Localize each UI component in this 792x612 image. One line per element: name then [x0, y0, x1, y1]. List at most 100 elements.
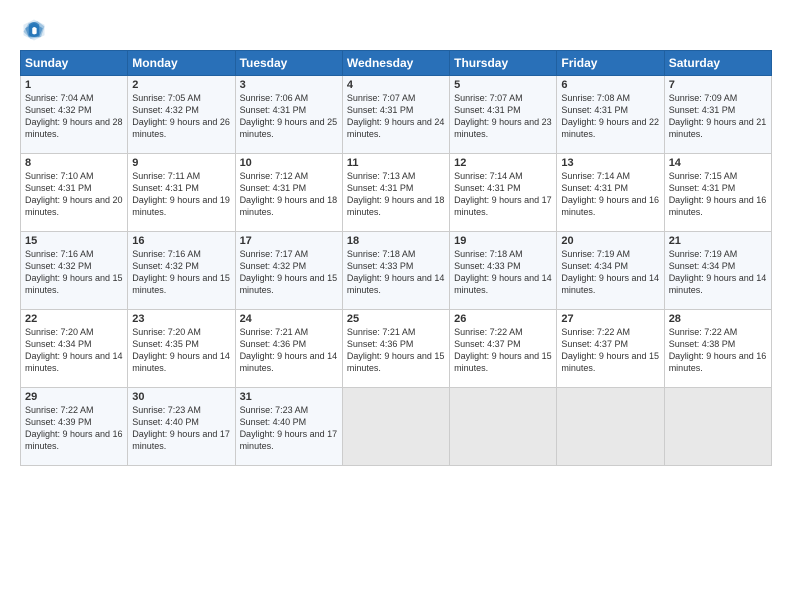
cell-text: Sunrise: 7:04 AMSunset: 4:32 PMDaylight:… [25, 93, 123, 139]
calendar-cell: 14 Sunrise: 7:15 AMSunset: 4:31 PMDayligh… [664, 154, 771, 232]
cell-text: Sunrise: 7:14 AMSunset: 4:31 PMDaylight:… [454, 171, 552, 217]
calendar-cell: 29 Sunrise: 7:22 AMSunset: 4:39 PMDayligh… [21, 388, 128, 466]
day-number: 14 [669, 157, 767, 169]
calendar-cell: 15Sunrise: 7:16 AMSunset: 4:32 PMDayligh… [21, 232, 128, 310]
cell-text: Sunrise: 7:10 AMSunset: 4:31 PMDaylight:… [25, 171, 123, 217]
logo [20, 16, 52, 44]
day-number: 22 [25, 313, 123, 325]
calendar-cell: 21Sunrise: 7:19 AMSunset: 4:34 PMDayligh… [664, 232, 771, 310]
calendar-header: SundayMondayTuesdayWednesdayThursdayFrid… [21, 51, 772, 76]
calendar-cell: 27 Sunrise: 7:22 AMSunset: 4:37 PMDayligh… [557, 310, 664, 388]
header-day-wednesday: Wednesday [342, 51, 449, 76]
calendar-cell: 3 Sunrise: 7:06 AMSunset: 4:31 PMDaylight… [235, 76, 342, 154]
logo-icon [20, 16, 48, 44]
cell-text: Sunrise: 7:22 AMSunset: 4:38 PMDaylight:… [669, 327, 767, 373]
day-number: 7 [669, 79, 767, 91]
day-number: 28 [669, 313, 767, 325]
day-number: 8 [25, 157, 123, 169]
day-number: 10 [240, 157, 338, 169]
cell-text: Sunrise: 7:22 AMSunset: 4:39 PMDaylight:… [25, 405, 123, 451]
day-number: 11 [347, 157, 445, 169]
day-number: 6 [561, 79, 659, 91]
calendar-cell: 10 Sunrise: 7:12 AMSunset: 4:31 PMDayligh… [235, 154, 342, 232]
cell-text: Sunrise: 7:16 AMSunset: 4:32 PMDaylight:… [25, 249, 123, 295]
day-number: 27 [561, 313, 659, 325]
cell-text: Sunrise: 7:16 AMSunset: 4:32 PMDaylight:… [132, 249, 230, 295]
cell-text: Sunrise: 7:17 AMSunset: 4:32 PMDaylight:… [240, 249, 338, 295]
day-number: 13 [561, 157, 659, 169]
calendar-cell: 28 Sunrise: 7:22 AMSunset: 4:38 PMDayligh… [664, 310, 771, 388]
calendar-cell: 23Sunrise: 7:20 AMSunset: 4:35 PMDayligh… [128, 310, 235, 388]
header-day-tuesday: Tuesday [235, 51, 342, 76]
day-number: 3 [240, 79, 338, 91]
calendar-cell: 8 Sunrise: 7:10 AMSunset: 4:31 PMDaylight… [21, 154, 128, 232]
header-day-monday: Monday [128, 51, 235, 76]
cell-text: Sunrise: 7:12 AMSunset: 4:31 PMDaylight:… [240, 171, 338, 217]
calendar-cell: 26 Sunrise: 7:22 AMSunset: 4:37 PMDayligh… [450, 310, 557, 388]
calendar-cell: 7Sunrise: 7:09 AMSunset: 4:31 PMDaylight… [664, 76, 771, 154]
cell-text: Sunrise: 7:13 AMSunset: 4:31 PMDaylight:… [347, 171, 445, 217]
calendar-cell: 31Sunrise: 7:23 AMSunset: 4:40 PMDayligh… [235, 388, 342, 466]
cell-text: Sunrise: 7:14 AMSunset: 4:31 PMDaylight:… [561, 171, 659, 217]
cell-text: Sunrise: 7:06 AMSunset: 4:31 PMDaylight:… [240, 93, 338, 139]
day-number: 16 [132, 235, 230, 247]
day-number: 5 [454, 79, 552, 91]
calendar-cell: 12Sunrise: 7:14 AMSunset: 4:31 PMDayligh… [450, 154, 557, 232]
calendar-cell: 18 Sunrise: 7:18 AMSunset: 4:33 PMDayligh… [342, 232, 449, 310]
day-number: 24 [240, 313, 338, 325]
cell-text: Sunrise: 7:07 AMSunset: 4:31 PMDaylight:… [347, 93, 445, 139]
cell-text: Sunrise: 7:20 AMSunset: 4:34 PMDaylight:… [25, 327, 123, 373]
calendar-cell: 13 Sunrise: 7:14 AMSunset: 4:31 PMDayligh… [557, 154, 664, 232]
calendar-cell [557, 388, 664, 466]
day-number: 4 [347, 79, 445, 91]
calendar-table: SundayMondayTuesdayWednesdayThursdayFrid… [20, 50, 772, 466]
header-day-saturday: Saturday [664, 51, 771, 76]
header-day-friday: Friday [557, 51, 664, 76]
calendar-cell: 11 Sunrise: 7:13 AMSunset: 4:31 PMDayligh… [342, 154, 449, 232]
day-number: 9 [132, 157, 230, 169]
calendar-page: SundayMondayTuesdayWednesdayThursdayFrid… [0, 0, 792, 612]
day-number: 17 [240, 235, 338, 247]
cell-text: Sunrise: 7:22 AMSunset: 4:37 PMDaylight:… [454, 327, 552, 373]
cell-text: Sunrise: 7:07 AMSunset: 4:31 PMDaylight:… [454, 93, 552, 139]
cell-text: Sunrise: 7:08 AMSunset: 4:31 PMDaylight:… [561, 93, 659, 139]
week-row-3: 15Sunrise: 7:16 AMSunset: 4:32 PMDayligh… [21, 232, 772, 310]
calendar-cell: 1 Sunrise: 7:04 AMSunset: 4:32 PMDaylight… [21, 76, 128, 154]
calendar-cell: 17 Sunrise: 7:17 AMSunset: 4:32 PMDayligh… [235, 232, 342, 310]
cell-text: Sunrise: 7:22 AMSunset: 4:37 PMDaylight:… [561, 327, 659, 373]
day-number: 29 [25, 391, 123, 403]
cell-text: Sunrise: 7:21 AMSunset: 4:36 PMDaylight:… [240, 327, 338, 373]
cell-text: Sunrise: 7:19 AMSunset: 4:34 PMDaylight:… [561, 249, 659, 295]
day-number: 26 [454, 313, 552, 325]
calendar-cell: 22 Sunrise: 7:20 AMSunset: 4:34 PMDayligh… [21, 310, 128, 388]
calendar-cell: 20 Sunrise: 7:19 AMSunset: 4:34 PMDayligh… [557, 232, 664, 310]
cell-text: Sunrise: 7:21 AMSunset: 4:36 PMDaylight:… [347, 327, 445, 373]
day-number: 1 [25, 79, 123, 91]
day-number: 2 [132, 79, 230, 91]
day-number: 20 [561, 235, 659, 247]
cell-text: Sunrise: 7:18 AMSunset: 4:33 PMDaylight:… [347, 249, 445, 295]
header-day-sunday: Sunday [21, 51, 128, 76]
week-row-5: 29 Sunrise: 7:22 AMSunset: 4:39 PMDayligh… [21, 388, 772, 466]
day-number: 30 [132, 391, 230, 403]
header-day-thursday: Thursday [450, 51, 557, 76]
week-row-1: 1 Sunrise: 7:04 AMSunset: 4:32 PMDaylight… [21, 76, 772, 154]
calendar-body: 1 Sunrise: 7:04 AMSunset: 4:32 PMDaylight… [21, 76, 772, 466]
day-number: 31 [240, 391, 338, 403]
calendar-cell: 2 Sunrise: 7:05 AMSunset: 4:32 PMDaylight… [128, 76, 235, 154]
calendar-cell: 19 Sunrise: 7:18 AMSunset: 4:33 PMDayligh… [450, 232, 557, 310]
calendar-cell: 5 Sunrise: 7:07 AMSunset: 4:31 PMDaylight… [450, 76, 557, 154]
day-number: 25 [347, 313, 445, 325]
calendar-cell: 30 Sunrise: 7:23 AMSunset: 4:40 PMDayligh… [128, 388, 235, 466]
cell-text: Sunrise: 7:18 AMSunset: 4:33 PMDaylight:… [454, 249, 552, 295]
week-row-2: 8 Sunrise: 7:10 AMSunset: 4:31 PMDaylight… [21, 154, 772, 232]
week-row-4: 22 Sunrise: 7:20 AMSunset: 4:34 PMDayligh… [21, 310, 772, 388]
day-number: 18 [347, 235, 445, 247]
cell-text: Sunrise: 7:05 AMSunset: 4:32 PMDaylight:… [132, 93, 230, 139]
cell-text: Sunrise: 7:23 AMSunset: 4:40 PMDaylight:… [132, 405, 230, 451]
cell-text: Sunrise: 7:15 AMSunset: 4:31 PMDaylight:… [669, 171, 767, 217]
day-number: 19 [454, 235, 552, 247]
cell-text: Sunrise: 7:11 AMSunset: 4:31 PMDaylight:… [132, 171, 230, 217]
calendar-cell [450, 388, 557, 466]
calendar-cell: 25 Sunrise: 7:21 AMSunset: 4:36 PMDayligh… [342, 310, 449, 388]
